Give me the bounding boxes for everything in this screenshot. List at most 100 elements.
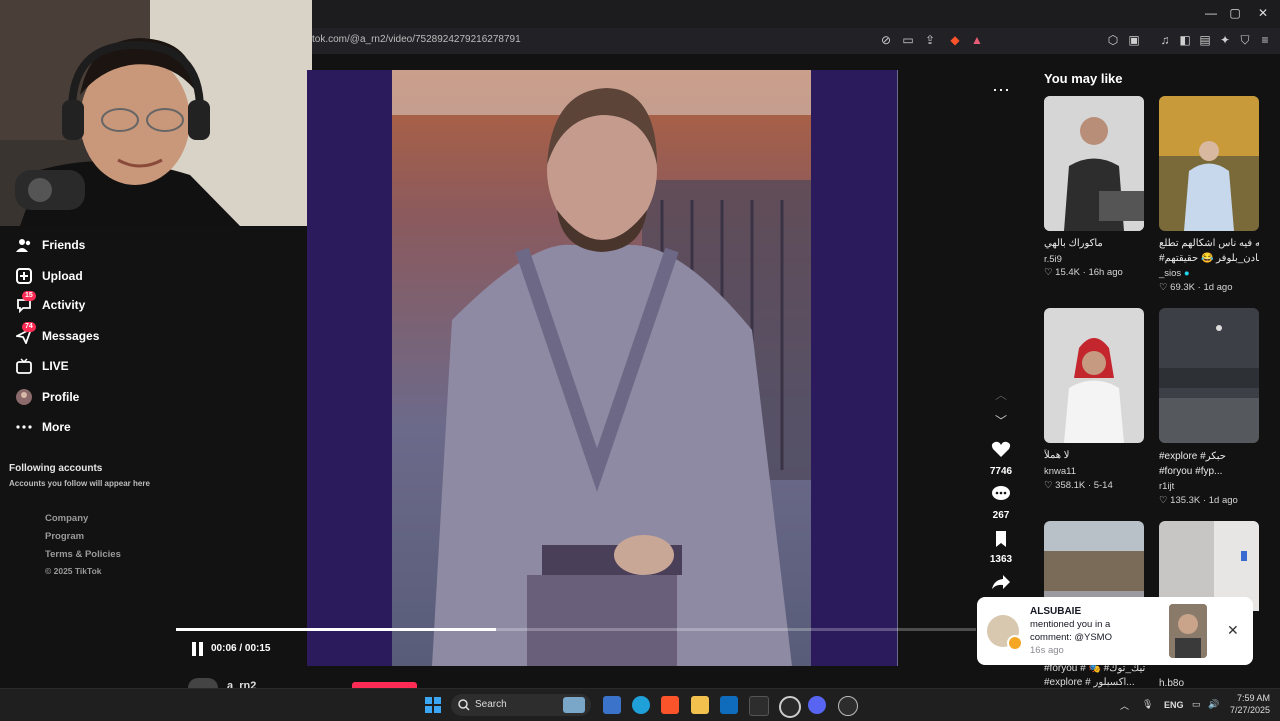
mention-notification[interactable]: ALSUBAIE mentioned you in a comment: @YS…	[977, 597, 1253, 665]
menu-icon[interactable]: ≡	[1258, 33, 1272, 47]
recommend-desc-4b[interactable]: #foryou #fyp...	[1159, 464, 1259, 479]
recommend-desc-2[interactable]: والله فيه ناس اشكالهم تطلع	[1159, 236, 1259, 251]
footer-copyright: © 2025 TikTok	[45, 566, 102, 576]
wallet-icon[interactable]: ▣	[1127, 33, 1141, 47]
excel-icon[interactable]	[749, 696, 769, 716]
sidebar-item-label: Profile	[42, 390, 80, 404]
taskbar-search-label: Search	[475, 699, 507, 710]
sidebar-item-label: Upload	[42, 269, 83, 283]
recommend-author-3[interactable]: knwa11	[1044, 466, 1076, 477]
windows-start-icon[interactable]	[424, 696, 442, 714]
video-progress-bar[interactable]	[176, 628, 976, 631]
footer-program-link[interactable]: Program	[45, 531, 84, 542]
discord-icon[interactable]	[808, 696, 826, 714]
footer-company-link[interactable]: Company	[45, 513, 88, 524]
recommend-author-4[interactable]: r1ijt	[1159, 481, 1174, 492]
recommend-desc-5b[interactable]: #explore # اكسبلور...	[1044, 677, 1135, 688]
store-icon[interactable]	[603, 696, 621, 714]
recommend-thumb-3[interactable]	[1044, 308, 1144, 443]
file-explorer-icon[interactable]	[691, 696, 709, 714]
share-icon[interactable]: ⇪	[923, 33, 937, 47]
comment-count: 267	[992, 510, 1010, 521]
vpn-shield-icon[interactable]: ⛉	[1238, 33, 1252, 47]
recommend-stats-1: ♡ 15.4K · 16h ago	[1044, 267, 1123, 278]
brave-icon[interactable]	[661, 696, 679, 714]
tray-overflow-icon[interactable]: ︿	[1120, 699, 1129, 712]
messages-badge: 74	[22, 322, 36, 332]
more-options-icon[interactable]: ⋯	[988, 80, 1014, 101]
live-icon	[16, 358, 32, 374]
recommend-author-2[interactable]: _sios ●	[1159, 268, 1190, 279]
clock-date[interactable]: 7/27/2025	[1226, 705, 1270, 715]
recommend-thumb-1[interactable]	[1044, 96, 1144, 231]
language-indicator[interactable]: ENG	[1164, 700, 1184, 710]
search-highlight-icon	[563, 697, 585, 713]
recommend-author-1[interactable]: r.5i9	[1044, 254, 1062, 265]
profile-avatar	[16, 389, 32, 405]
recommend-desc-1[interactable]: ماكوراك بالهي	[1044, 236, 1144, 251]
leo-ai-icon[interactable]: ✦	[1218, 33, 1232, 47]
music-icon[interactable]: ♫	[1158, 33, 1172, 47]
notification-message: mentioned you in a comment: @YSMO	[1030, 619, 1112, 643]
friends-icon	[16, 237, 32, 253]
app-icon[interactable]	[838, 696, 858, 716]
sidebar-item-label: LIVE	[42, 359, 69, 373]
brave-rewards-icon[interactable]: ▲	[970, 33, 984, 47]
sidebar-item-friends[interactable]: Friends	[16, 235, 85, 255]
taskbar-search[interactable]: Search	[451, 694, 591, 716]
recommend-thumb-2[interactable]	[1159, 96, 1259, 231]
cast-icon[interactable]: ▭	[901, 33, 915, 47]
recommend-age-2: 1d ago	[1203, 282, 1233, 293]
recommend-author-6[interactable]: h.b8o	[1159, 678, 1184, 688]
author-name[interactable]: a_rn2	[227, 680, 256, 688]
recommend-stats-3: ♡ 358.1K · 5-14	[1044, 480, 1113, 491]
share-arrow-icon[interactable]	[988, 574, 1014, 595]
notification-video-thumb[interactable]	[1169, 604, 1207, 658]
pause-icon[interactable]	[192, 642, 204, 656]
sidebar-item-messages[interactable]: 74 Messages	[14, 322, 99, 346]
extensions-icon[interactable]: ⬡	[1106, 33, 1120, 47]
reader-off-icon[interactable]: ⊘	[879, 33, 893, 47]
bookmark-icon[interactable]	[988, 530, 1014, 553]
sidebar-toggle-icon[interactable]: ◧	[1178, 33, 1192, 47]
sidebar-item-activity[interactable]: 15 Activity	[16, 291, 85, 315]
close-window-button[interactable]: ✕	[1248, 6, 1278, 20]
close-icon[interactable]: ✕	[1227, 622, 1239, 639]
outlook-icon[interactable]	[720, 696, 738, 714]
url-text[interactable]: tok.com/@a_rn2/video/7528924279216278791	[312, 34, 521, 45]
search-icon	[458, 699, 470, 711]
webcam-overlay	[0, 0, 312, 226]
microphone-icon[interactable]: 🎙	[1142, 699, 1153, 710]
author-avatar[interactable]	[188, 678, 218, 688]
recommend-stats-2: ♡ 69.3K · 1d ago	[1159, 282, 1233, 293]
tab-wallet-icon[interactable]: ▤	[1198, 33, 1212, 47]
sidebar-item-profile[interactable]: Profile	[16, 387, 79, 407]
video-edge	[897, 70, 898, 666]
sidebar-item-upload[interactable]: Upload	[16, 266, 83, 286]
like-icon[interactable]	[988, 440, 1014, 463]
monitor-icon[interactable]: ▭	[1192, 699, 1201, 710]
sidebar-item-label: Friends	[42, 238, 86, 252]
recommend-likes-1: 15.4K	[1055, 267, 1080, 278]
comment-icon[interactable]	[988, 485, 1014, 508]
sidebar-item-more[interactable]: More	[16, 417, 71, 437]
recommend-thumb-4[interactable]	[1159, 308, 1259, 443]
sidebar-item-live[interactable]: LIVE	[16, 356, 69, 376]
footer-terms-link[interactable]: Terms & Policies	[45, 549, 121, 560]
volume-icon[interactable]: 🔊	[1208, 699, 1219, 710]
recommend-age-3: 5-14	[1093, 480, 1113, 491]
recommend-desc-4[interactable]: #explore #حبكر	[1159, 449, 1259, 464]
edge-icon[interactable]	[632, 696, 650, 714]
recommend-desc-2b[interactable]: #شادن_بلوفر 😂 حقيقتهم...	[1159, 251, 1259, 266]
brave-shields-icon[interactable]: ◆	[948, 33, 962, 47]
maximize-button[interactable]: ▢	[1220, 6, 1250, 20]
video-content[interactable]	[392, 70, 811, 666]
more-dots-icon	[16, 419, 32, 435]
recommend-desc-3[interactable]: لا هملآ	[1044, 448, 1144, 463]
steam-icon[interactable]	[779, 696, 801, 718]
clock-time[interactable]: 7:59 AM	[1236, 693, 1270, 703]
verified-icon: ●	[1183, 268, 1190, 279]
notification-sender: ALSUBAIE	[1030, 606, 1082, 617]
previous-video-icon[interactable]: ︿	[988, 386, 1014, 403]
next-video-icon[interactable]: ﹀	[988, 412, 1014, 429]
